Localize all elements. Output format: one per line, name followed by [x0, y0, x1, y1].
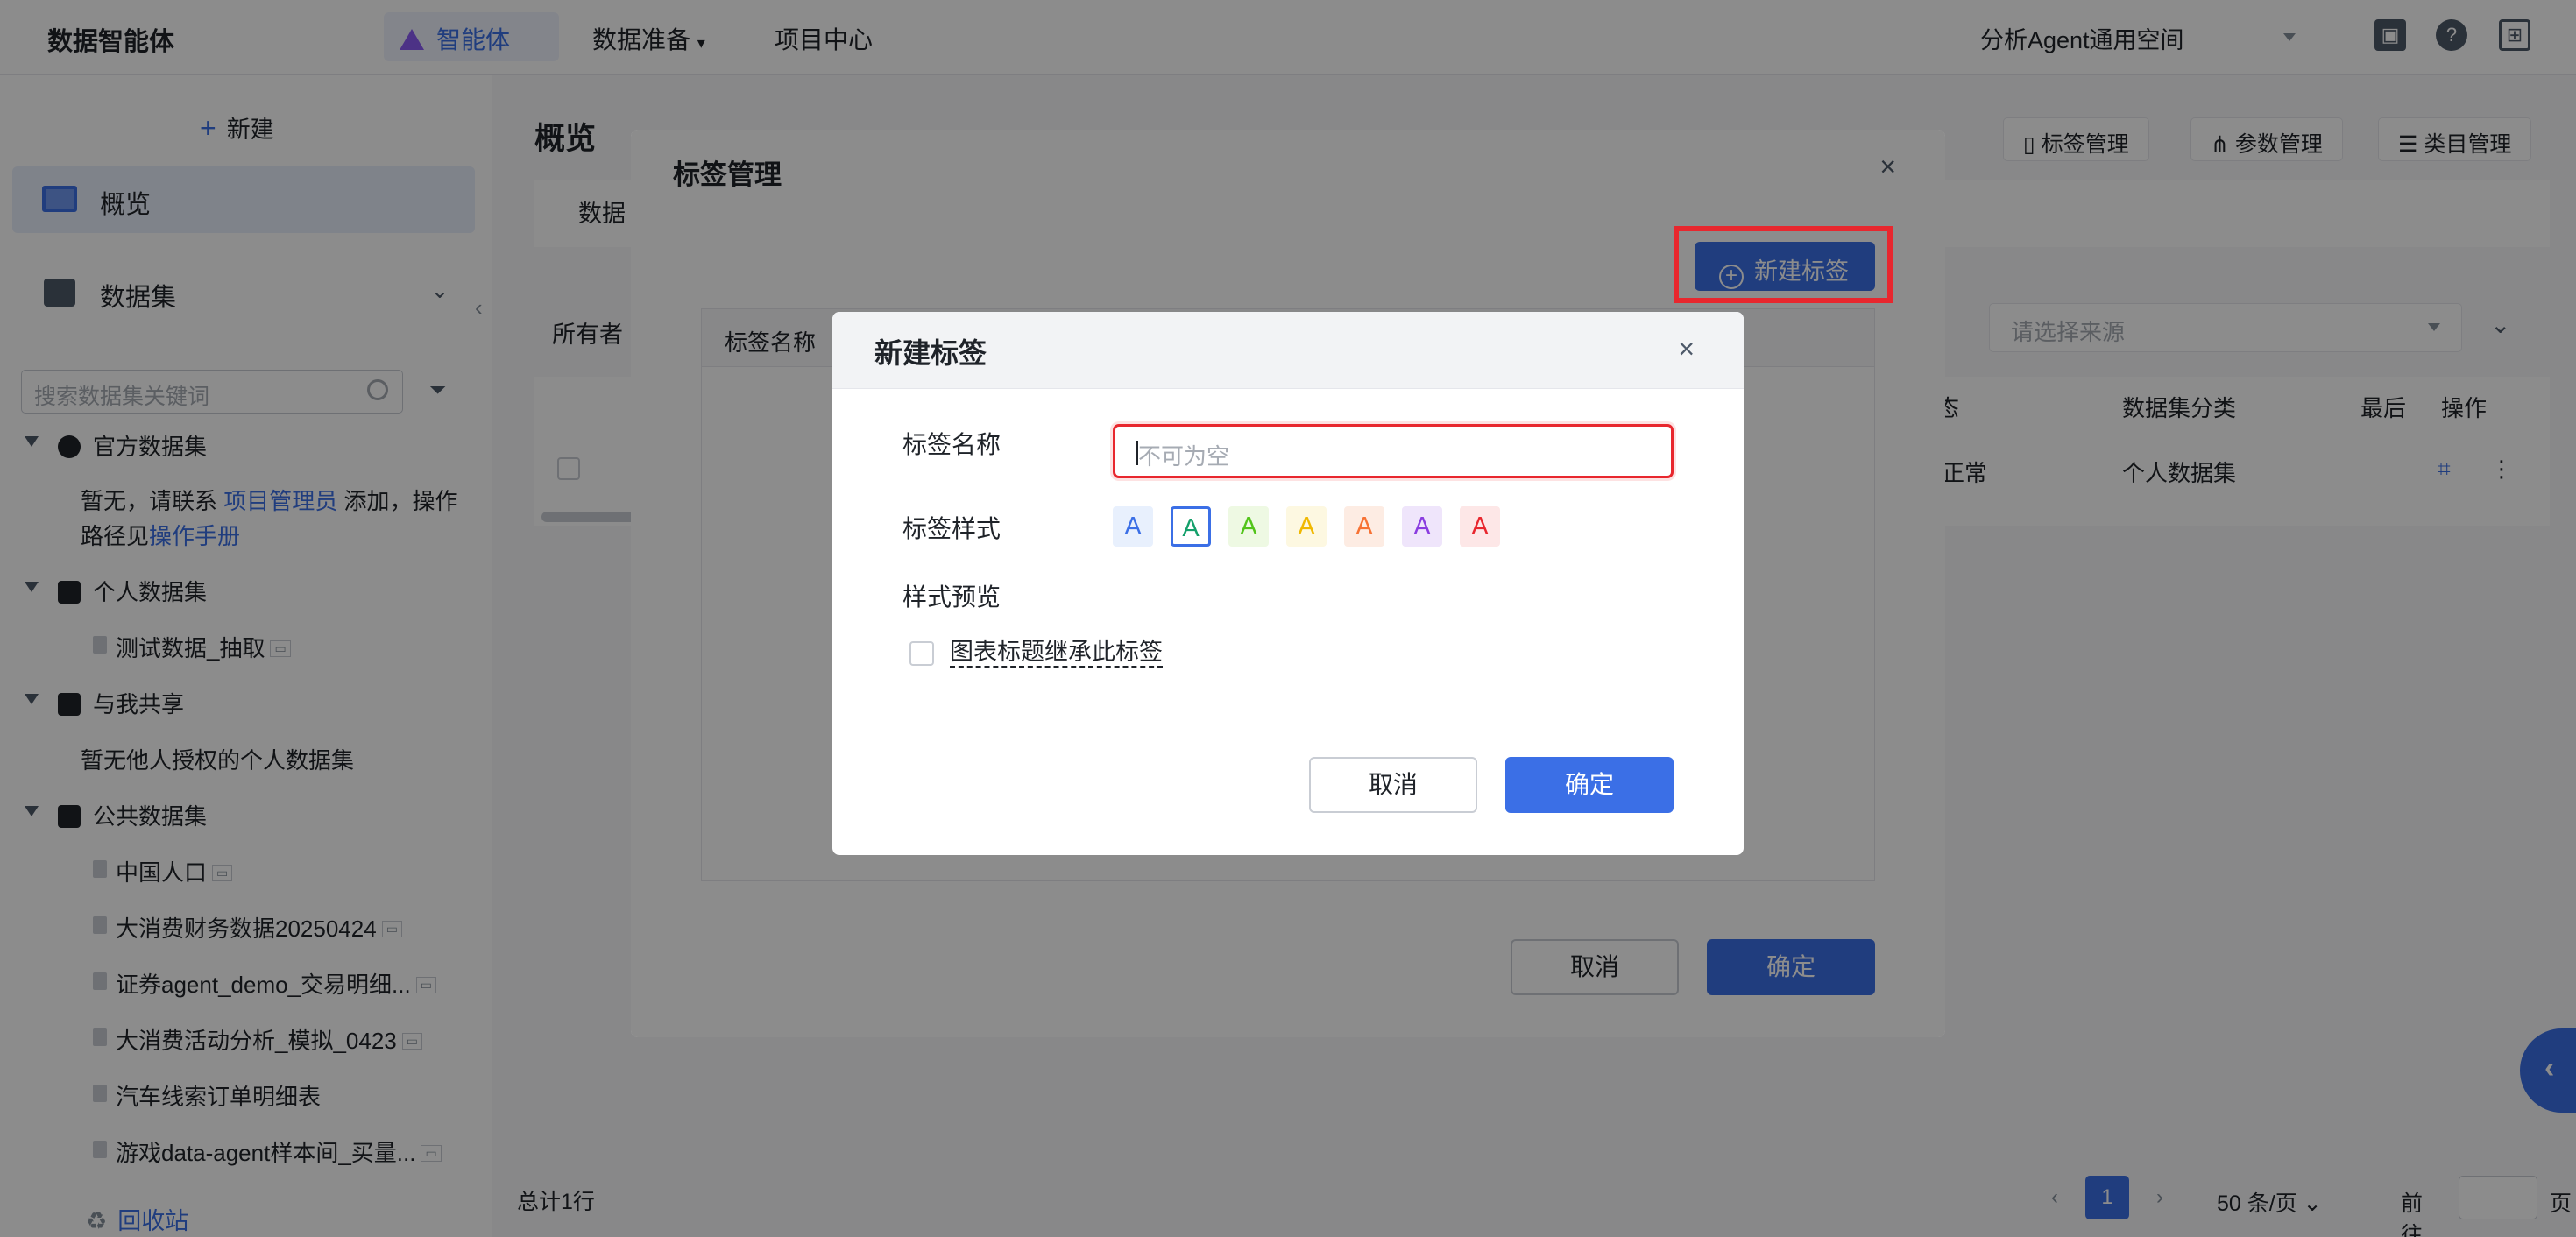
tag-name-placeholder: 不可为空: [1138, 443, 1230, 470]
new-tag-dialog: 新建标签 × 标签名称 不可为空 标签样式 样式预览 图表标题继承此标签 取消 …: [832, 312, 1744, 855]
tag-style-label: 标签样式: [902, 515, 1001, 542]
cancel-button[interactable]: 取消: [1309, 757, 1477, 813]
dialog-header: 新建标签 ×: [832, 312, 1744, 389]
tag-name-label: 标签名称: [902, 431, 1001, 458]
tag-style-option[interactable]: A: [1171, 506, 1211, 547]
close-icon[interactable]: ×: [1678, 333, 1695, 365]
style-preview-label: 样式预览: [902, 583, 1001, 611]
inherit-tag-checkbox[interactable]: [909, 641, 934, 666]
tag-style-option[interactable]: A: [1402, 506, 1442, 547]
text-cursor: [1136, 441, 1138, 465]
tag-style-option[interactable]: A: [1344, 506, 1384, 547]
tag-style-option[interactable]: A: [1460, 506, 1500, 547]
dialog-title: 新建标签: [874, 337, 987, 369]
tag-name-input[interactable]: 不可为空: [1113, 424, 1674, 478]
tag-style-option[interactable]: A: [1228, 506, 1269, 547]
tag-style-option[interactable]: A: [1113, 506, 1153, 547]
inherit-tag-label[interactable]: 图表标题继承此标签: [950, 638, 1163, 668]
tag-style-option[interactable]: A: [1286, 506, 1327, 547]
highlight-box: [1674, 226, 1893, 303]
confirm-button[interactable]: 确定: [1505, 757, 1674, 813]
